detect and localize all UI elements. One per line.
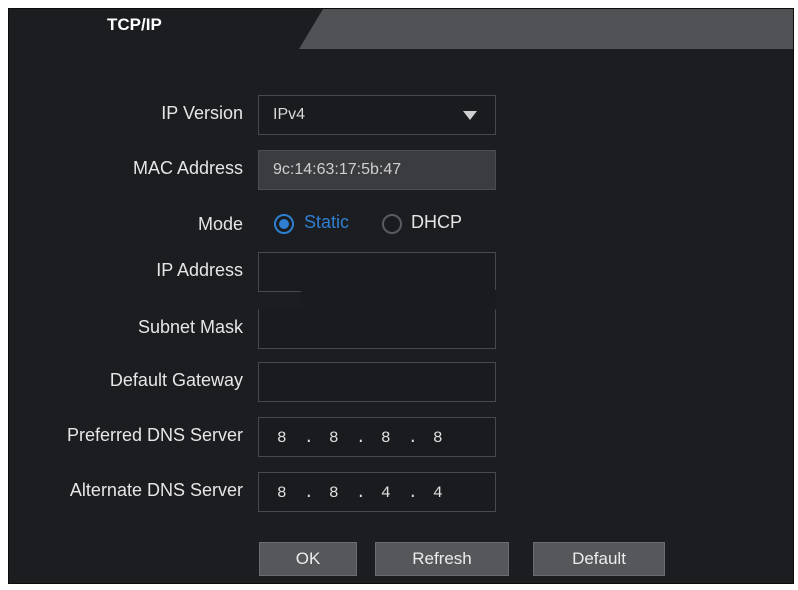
dhcp-radio-label[interactable]: DHCP (411, 212, 462, 233)
ok-button[interactable]: OK (259, 542, 357, 576)
octet-separator: . (408, 484, 418, 502)
default-gateway-row: Default Gateway (9, 362, 793, 402)
tab-tcpip[interactable]: TCP/IP (9, 9, 299, 49)
alternate-dns-octet-1[interactable]: 8 (277, 484, 304, 502)
octet-separator: . (356, 429, 366, 447)
preferred-dns-octet-4[interactable]: 8 (433, 429, 460, 447)
chevron-down-icon[interactable] (463, 111, 477, 120)
ip-version-label: IP Version (161, 103, 243, 123)
preferred-dns-label: Preferred DNS Server (66, 425, 243, 445)
octet-separator: . (304, 429, 314, 447)
ip-address-input[interactable] (258, 252, 496, 292)
tcpip-settings-panel: TCP/IP IP Version IPv4 MAC Address 9c:14… (8, 8, 794, 584)
default-gateway-input[interactable] (258, 362, 496, 402)
dhcp-radio[interactable] (382, 214, 402, 234)
alternate-dns-octet-2[interactable]: 8 (329, 484, 356, 502)
ip-address-row: IP Address (9, 252, 793, 308)
mac-address-field: 9c:14:63:17:5b:47 (258, 150, 496, 190)
ip-address-label: IP Address (156, 260, 243, 280)
preferred-dns-octet-3[interactable]: 8 (381, 429, 408, 447)
mac-address-value: 9c:14:63:17:5b:47 (273, 161, 402, 178)
alternate-dns-octet-3[interactable]: 4 (381, 484, 408, 502)
alternate-dns-row: Alternate DNS Server 8 . 8 . 4 . 4 (9, 472, 793, 512)
alternate-dns-input[interactable]: 8 . 8 . 4 . 4 (258, 472, 496, 512)
subnet-mask-row: Subnet Mask (9, 309, 793, 349)
alternate-dns-label: Alternate DNS Server (69, 480, 243, 500)
mode-label: Mode (197, 214, 243, 234)
preferred-dns-octets: 8 . 8 . 8 . 8 (277, 429, 460, 447)
tab-bar-filler (299, 9, 793, 49)
ip-version-select[interactable]: IPv4 (258, 95, 496, 135)
preferred-dns-octet-2[interactable]: 8 (329, 429, 356, 447)
mode-row: Mode Static DHCP (9, 204, 793, 244)
ip-version-row: IP Version IPv4 (9, 95, 793, 135)
alternate-dns-octet-4[interactable]: 4 (433, 484, 460, 502)
default-gateway-label: Default Gateway (109, 370, 243, 390)
preferred-dns-input[interactable]: 8 . 8 . 8 . 8 (258, 417, 496, 457)
redaction-mask (301, 290, 497, 308)
subnet-mask-input[interactable] (258, 309, 496, 349)
mac-address-label: MAC Address (132, 158, 243, 178)
tab-title: TCP/IP (107, 15, 162, 34)
default-button[interactable]: Default (533, 542, 665, 576)
octet-separator: . (356, 484, 366, 502)
mac-address-row: MAC Address 9c:14:63:17:5b:47 (9, 150, 793, 190)
refresh-button[interactable]: Refresh (375, 542, 509, 576)
preferred-dns-octet-1[interactable]: 8 (277, 429, 304, 447)
subnet-mask-label: Subnet Mask (137, 317, 243, 337)
octet-separator: . (304, 484, 314, 502)
static-radio-label[interactable]: Static (304, 212, 349, 233)
octet-separator: . (408, 429, 418, 447)
preferred-dns-row: Preferred DNS Server 8 . 8 . 8 . 8 (9, 417, 793, 457)
tab-bar: TCP/IP (9, 9, 793, 49)
ip-version-value: IPv4 (273, 106, 306, 123)
action-buttons: OK Refresh Default (9, 542, 793, 582)
static-radio[interactable] (274, 214, 294, 234)
alternate-dns-octets: 8 . 8 . 4 . 4 (277, 484, 460, 502)
